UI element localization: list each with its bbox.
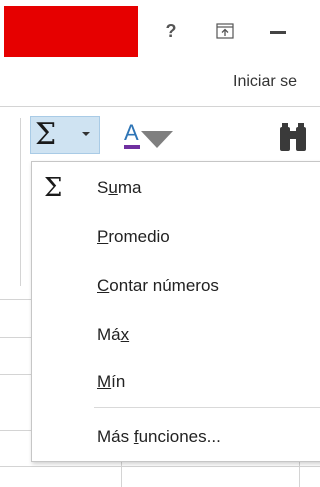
binoculars-icon[interactable] [274,121,320,157]
title-bar: ? [0,0,320,60]
menu-item-label: Mín [97,372,126,391]
menu-separator [94,407,320,408]
svg-text:A: A [124,120,139,145]
menu-item-average[interactable]: Promedio [32,219,320,255]
menu-item-max[interactable]: Máx [32,317,320,353]
sigma-icon: Σ [35,117,57,152]
sign-in-link[interactable]: Iniciar se [233,72,297,92]
excel-window: ? Iniciar se Σ A Σ Suma Promedio Contar … [0,0,320,487]
sigma-icon: Σ [44,173,63,203]
grid-line [0,374,31,375]
menu-item-label: Máx [97,325,130,344]
help-icon[interactable]: ? [160,18,182,44]
ribbon-divider [20,118,21,286]
fill-down-icon[interactable]: A [121,118,181,158]
ribbon-display-options-icon[interactable] [216,23,234,39]
minimize-icon[interactable] [270,31,286,34]
menu-item-label: Más funciones... [97,427,221,446]
menu-item-count-numbers[interactable]: Contar números [32,268,320,304]
menu-item-more-functions[interactable]: Más funciones... [32,419,320,455]
grid-line [0,430,31,431]
menu-item-label: Promedio [97,227,170,246]
grid-line [0,337,31,338]
menu-item-label: Suma [97,178,142,197]
menu-item-label: Contar números [97,276,219,295]
grid-line [121,462,122,487]
autosum-button[interactable]: Σ [30,116,100,154]
menu-item-min[interactable]: Mín [32,364,320,400]
redacted-block [4,6,138,57]
chevron-down-icon [82,132,90,136]
grid-line [299,462,300,487]
autosum-dropdown-menu: Σ Suma Promedio Contar números Máx Mín M… [31,161,320,462]
grid-line [0,299,31,300]
menu-item-sum[interactable]: Σ Suma [32,170,320,206]
grid-line [0,466,320,467]
